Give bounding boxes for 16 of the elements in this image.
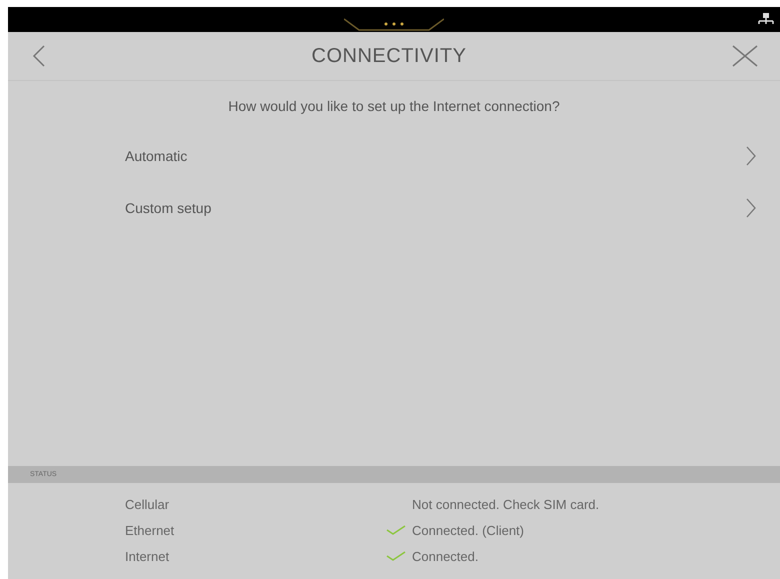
status-label: Internet: [124, 548, 170, 564]
status-label: Ethernet: [124, 522, 176, 538]
option-item[interactable]: Automatic: [125, 130, 756, 182]
chevron-icon: [746, 198, 756, 218]
status-value: Connected.: [412, 548, 478, 564]
option-item[interactable]: Custom setup: [125, 182, 756, 234]
close-button[interactable]: [732, 45, 758, 67]
network-icon: [756, 12, 776, 26]
status-value: Connected. (Client): [412, 522, 524, 538]
status-value: Not connected. Check SIM card.: [412, 496, 600, 512]
chevron-icon: [746, 146, 756, 166]
question-text: How would you like to set up the Internet connection?: [227, 98, 561, 114]
status-label: Cellular: [124, 496, 170, 512]
back-button[interactable]: [32, 44, 46, 68]
screen-title: CONNECTIVITY: [312, 44, 466, 68]
handle-icon: [344, 18, 444, 32]
